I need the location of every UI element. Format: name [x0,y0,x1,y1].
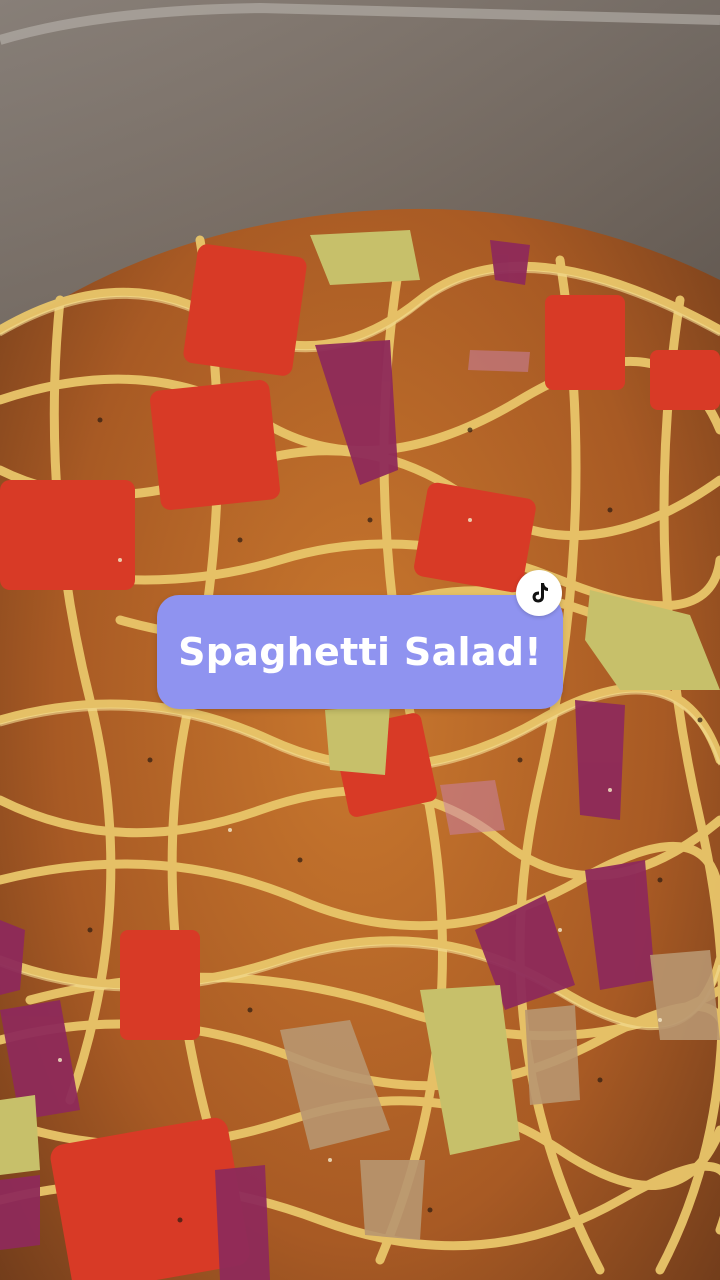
tiktok-icon [532,583,548,603]
video-frame: Spaghetti Salad! [0,0,720,1280]
tiktok-badge [516,570,562,616]
caption-sticker: Spaghetti Salad! [157,595,563,709]
caption-text: Spaghetti Salad! [178,630,542,674]
